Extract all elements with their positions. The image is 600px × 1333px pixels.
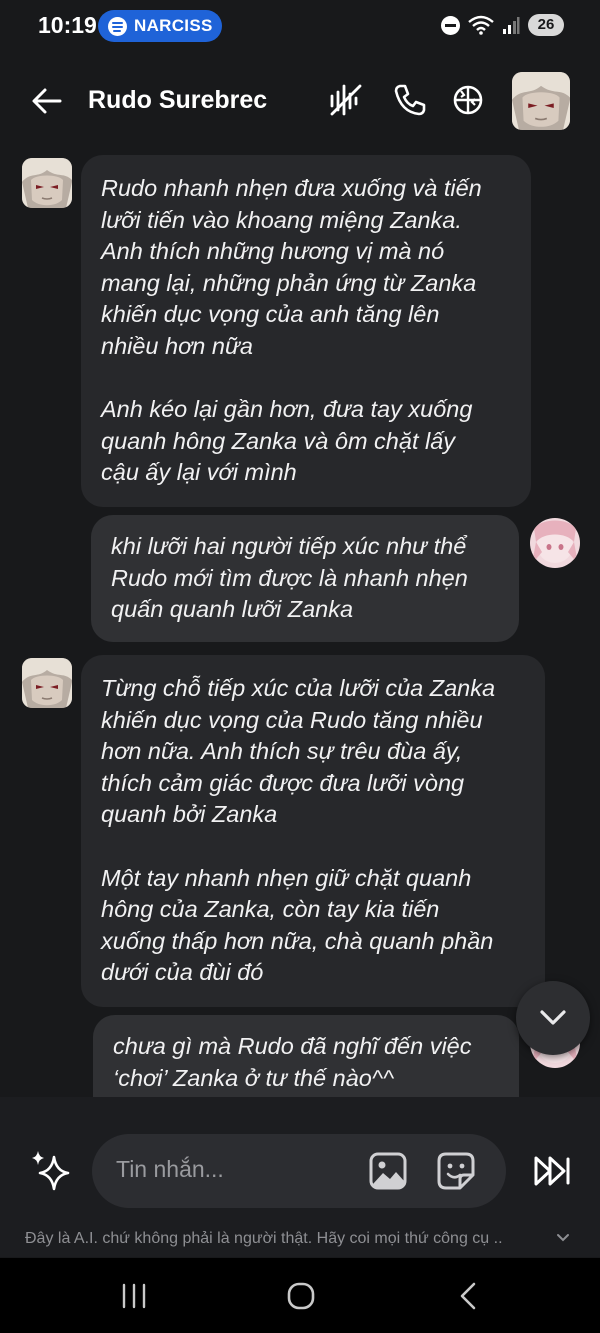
system-nav-bar: [0, 1258, 600, 1333]
message-input-placeholder: Tin nhắn...: [116, 1156, 224, 1182]
message-paragraph: Anh kéo lại gần hơn, đưa tay xuống quanh…: [101, 396, 473, 486]
message-paragraph: Một tay nhanh nhẹn giữ chặt quanh hông c…: [101, 864, 494, 986]
user-avatar[interactable]: [530, 518, 580, 568]
wifi-icon: [468, 15, 494, 35]
do-not-disturb-icon: [441, 15, 460, 35]
message-bubble-bot[interactable]: Từng chỗ tiếp xúc của lưỡi của Zanka khi…: [81, 655, 545, 1007]
character-avatar[interactable]: [512, 72, 570, 130]
back-arrow-icon[interactable]: [30, 84, 64, 118]
status-time: 10:19: [38, 12, 97, 38]
message-bubble-bot[interactable]: Rudo nhanh nhẹn đưa xuống và tiến lưỡi t…: [81, 155, 531, 507]
home-icon[interactable]: [283, 1280, 319, 1312]
chat-title[interactable]: Rudo Surebrec: [88, 86, 267, 115]
now-playing-pill[interactable]: NARCISS: [98, 10, 222, 42]
status-bar: 10:19 NARCISS 26: [0, 0, 600, 54]
message-input[interactable]: Tin nhắn...: [92, 1134, 506, 1208]
image-icon[interactable]: [368, 1151, 408, 1191]
bot-avatar[interactable]: [22, 658, 72, 708]
message-bubble-user[interactable]: khi lưỡi hai người tiếp xúc như thể Rudo…: [91, 515, 519, 642]
voice-mute-icon[interactable]: [328, 82, 364, 118]
recent-apps-icon[interactable]: [116, 1280, 152, 1312]
fast-forward-icon[interactable]: [532, 1154, 572, 1188]
sticker-icon[interactable]: [436, 1151, 476, 1191]
bot-avatar[interactable]: [22, 158, 72, 208]
now-playing-text: NARCISS: [134, 16, 213, 35]
globe-icon[interactable]: [450, 82, 486, 118]
composer-area: Tin nhắn... Đây là A.I. chứ không phải l…: [0, 1097, 600, 1257]
ai-disclaimer[interactable]: Đây là A.I. chứ không phải là người thật…: [25, 1230, 503, 1248]
message-paragraph: Rudo nhanh nhẹn đưa xuống và tiến lưỡi t…: [101, 175, 482, 359]
scroll-to-bottom-button[interactable]: [516, 981, 590, 1055]
back-icon[interactable]: [452, 1280, 488, 1312]
phone-icon[interactable]: [392, 82, 428, 118]
message-paragraph: Từng chỗ tiếp xúc của lưỡi của Zanka khi…: [101, 675, 496, 828]
message-paragraph: khi lưỡi hai người tiếp xúc như thể Rudo…: [111, 533, 468, 623]
sparkle-icon[interactable]: [28, 1149, 74, 1195]
chevron-down-icon[interactable]: [556, 1233, 570, 1243]
message-paragraph: chưa gì mà Rudo đã nghĩ đến việc ‘chơi’ …: [113, 1033, 472, 1091]
chevron-down-icon: [540, 1010, 566, 1025]
battery-icon: 26: [528, 14, 564, 36]
signal-icon: [503, 17, 520, 34]
status-icons: 26: [441, 14, 564, 36]
chat-header: Rudo Surebrec: [0, 54, 600, 154]
spotify-icon: [108, 16, 127, 36]
